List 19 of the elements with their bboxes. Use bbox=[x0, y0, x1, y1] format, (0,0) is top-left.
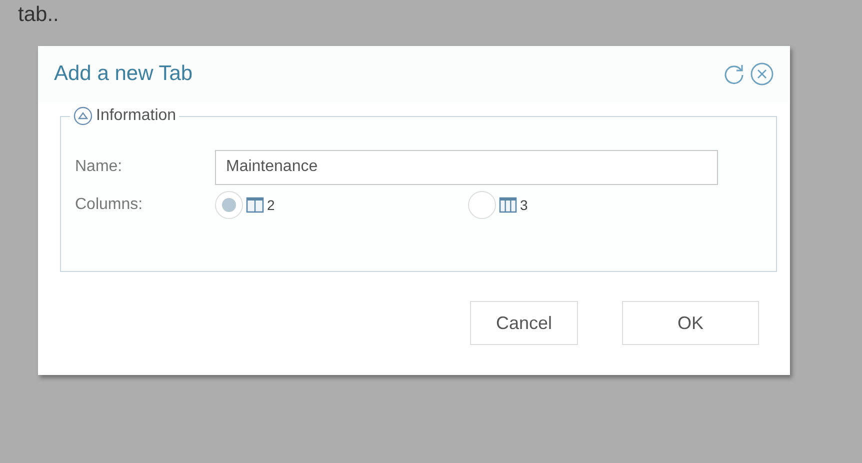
background-text: tab.. bbox=[18, 2, 59, 28]
refresh-icon bbox=[722, 62, 746, 86]
close-icon bbox=[750, 62, 774, 86]
close-button[interactable] bbox=[750, 62, 774, 86]
radio-button[interactable] bbox=[215, 191, 243, 219]
columns-icon bbox=[499, 197, 517, 213]
collapse-icon bbox=[73, 106, 93, 126]
radio-button[interactable] bbox=[468, 191, 496, 219]
dialog-title: Add a new Tab bbox=[54, 62, 193, 86]
option-label: 3 bbox=[520, 197, 528, 213]
ok-button[interactable]: OK bbox=[622, 301, 759, 345]
section-toggle[interactable]: Information bbox=[73, 106, 176, 126]
columns-label: Columns: bbox=[75, 196, 144, 214]
refresh-button[interactable] bbox=[722, 62, 746, 86]
name-label: Name: bbox=[75, 158, 124, 176]
columns-icon bbox=[246, 197, 264, 213]
name-field[interactable]: Maintenance bbox=[215, 150, 718, 184]
option-label: 2 bbox=[267, 197, 275, 213]
cancel-button[interactable]: Cancel bbox=[470, 301, 578, 345]
